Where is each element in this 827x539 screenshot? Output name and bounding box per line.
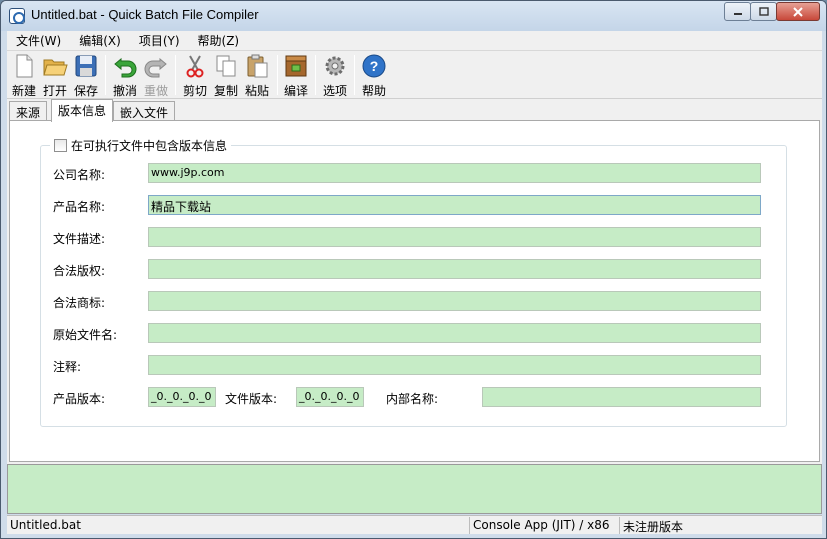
window-title: Untitled.bat - Quick Batch File Compiler: [31, 7, 259, 22]
window-controls: [724, 2, 820, 21]
description-label: 文件描述:: [53, 232, 106, 246]
app-window: Untitled.bat - Quick Batch File Compiler…: [0, 0, 827, 539]
new-file-icon: [16, 54, 33, 78]
toolbar-separator: [354, 55, 355, 95]
company-label: 公司名称:: [53, 168, 106, 182]
copy-icon: [216, 55, 236, 77]
product-version-field[interactable]: _0._0._0._0: [148, 387, 216, 407]
trademark-field[interactable]: [148, 291, 761, 311]
tab-control: 来源 版本信息 嵌入文件 在可执行文件中包含版本信息 公司名称: www.j9p…: [7, 99, 822, 464]
minimize-icon: [733, 12, 742, 15]
open-button[interactable]: 打开: [38, 53, 72, 99]
tab-source[interactable]: 来源: [9, 101, 48, 121]
maximize-button[interactable]: [750, 2, 777, 21]
gear-icon: [325, 56, 345, 76]
paste-button[interactable]: 粘贴: [240, 53, 274, 99]
trademark-label: 合法商标:: [53, 296, 106, 310]
redo-button[interactable]: 重做: [139, 53, 173, 99]
menu-help[interactable]: 帮助(Z): [189, 32, 249, 49]
cut-button[interactable]: 剪切: [178, 53, 212, 99]
maximize-icon: [758, 7, 769, 16]
toolbar-separator: [277, 55, 278, 95]
options-button[interactable]: 选项: [318, 53, 352, 99]
undo-button[interactable]: 撤消: [108, 53, 142, 99]
internal-name-label: 内部名称:: [386, 392, 439, 406]
compile-icon: [285, 55, 307, 77]
version-info-groupbox: [40, 145, 787, 427]
status-license: 未注册版本: [623, 520, 684, 534]
save-button[interactable]: 保存: [69, 53, 103, 99]
original-filename-label: 原始文件名:: [53, 328, 118, 342]
help-button[interactable]: ? 帮助: [357, 53, 391, 99]
status-bar: Untitled.bat Console App (JIT) / x86 未注册…: [7, 515, 822, 534]
product-field[interactable]: 精品下载站: [148, 195, 761, 215]
open-folder-icon: [43, 59, 68, 76]
tab-embedded-files[interactable]: 嵌入文件: [113, 101, 176, 121]
redo-icon: [144, 57, 167, 78]
menu-project[interactable]: 项目(Y): [130, 32, 189, 49]
comments-field[interactable]: [148, 355, 761, 375]
paste-icon: [247, 54, 268, 78]
close-icon: [793, 6, 803, 17]
product-label: 产品名称:: [53, 200, 106, 214]
include-version-label: 在可执行文件中包含版本信息: [71, 139, 228, 153]
title-bar[interactable]: Untitled.bat - Quick Batch File Compiler: [1, 1, 826, 31]
menu-file[interactable]: 文件(W): [7, 32, 70, 49]
comments-label: 注释:: [53, 360, 82, 374]
menu-edit[interactable]: 编辑(X): [70, 32, 130, 49]
description-field[interactable]: [148, 227, 761, 247]
help-icon: ?: [362, 54, 386, 78]
svg-text:?: ?: [370, 58, 379, 74]
version-info-page: 在可执行文件中包含版本信息 公司名称: www.j9p.com 产品名称: 精品…: [9, 120, 820, 462]
status-file: Untitled.bat: [7, 517, 470, 534]
copyright-field[interactable]: [148, 259, 761, 279]
copy-button[interactable]: 复制: [209, 53, 243, 99]
company-field[interactable]: www.j9p.com: [148, 163, 761, 183]
file-version-label: 文件版本:: [225, 392, 278, 406]
toolbar-separator: [175, 55, 176, 95]
toolbar-separator: [315, 55, 316, 95]
toolbar-separator: [105, 55, 106, 95]
toolbar: 新建 打开 保存 撤消 重做 剪切 复制 粘贴 编译 选项 ? 帮助: [7, 51, 822, 99]
status-mode: Console App (JIT) / x86: [470, 517, 620, 534]
minimize-button[interactable]: [724, 2, 751, 21]
original-filename-field[interactable]: [148, 323, 761, 343]
scissors-icon: [186, 55, 204, 78]
tab-version-info[interactable]: 版本信息: [51, 99, 114, 122]
internal-name-field[interactable]: [482, 387, 761, 407]
new-button[interactable]: 新建: [7, 53, 41, 99]
app-icon[interactable]: [9, 8, 25, 24]
product-version-label: 产品版本:: [53, 392, 106, 406]
undo-icon: [114, 57, 137, 78]
menu-bar: 文件(W) 编辑(X) 项目(Y) 帮助(Z): [7, 31, 822, 51]
close-button[interactable]: [776, 2, 820, 21]
output-panel[interactable]: [7, 464, 822, 514]
save-disk-icon: [75, 55, 97, 77]
include-version-checkbox[interactable]: [54, 139, 67, 152]
include-version-checkbox-row[interactable]: 在可执行文件中包含版本信息: [50, 137, 232, 154]
copyright-label: 合法版权:: [53, 264, 106, 278]
file-version-field[interactable]: _0._0._0._0: [296, 387, 364, 407]
compile-button[interactable]: 编译: [279, 53, 313, 99]
